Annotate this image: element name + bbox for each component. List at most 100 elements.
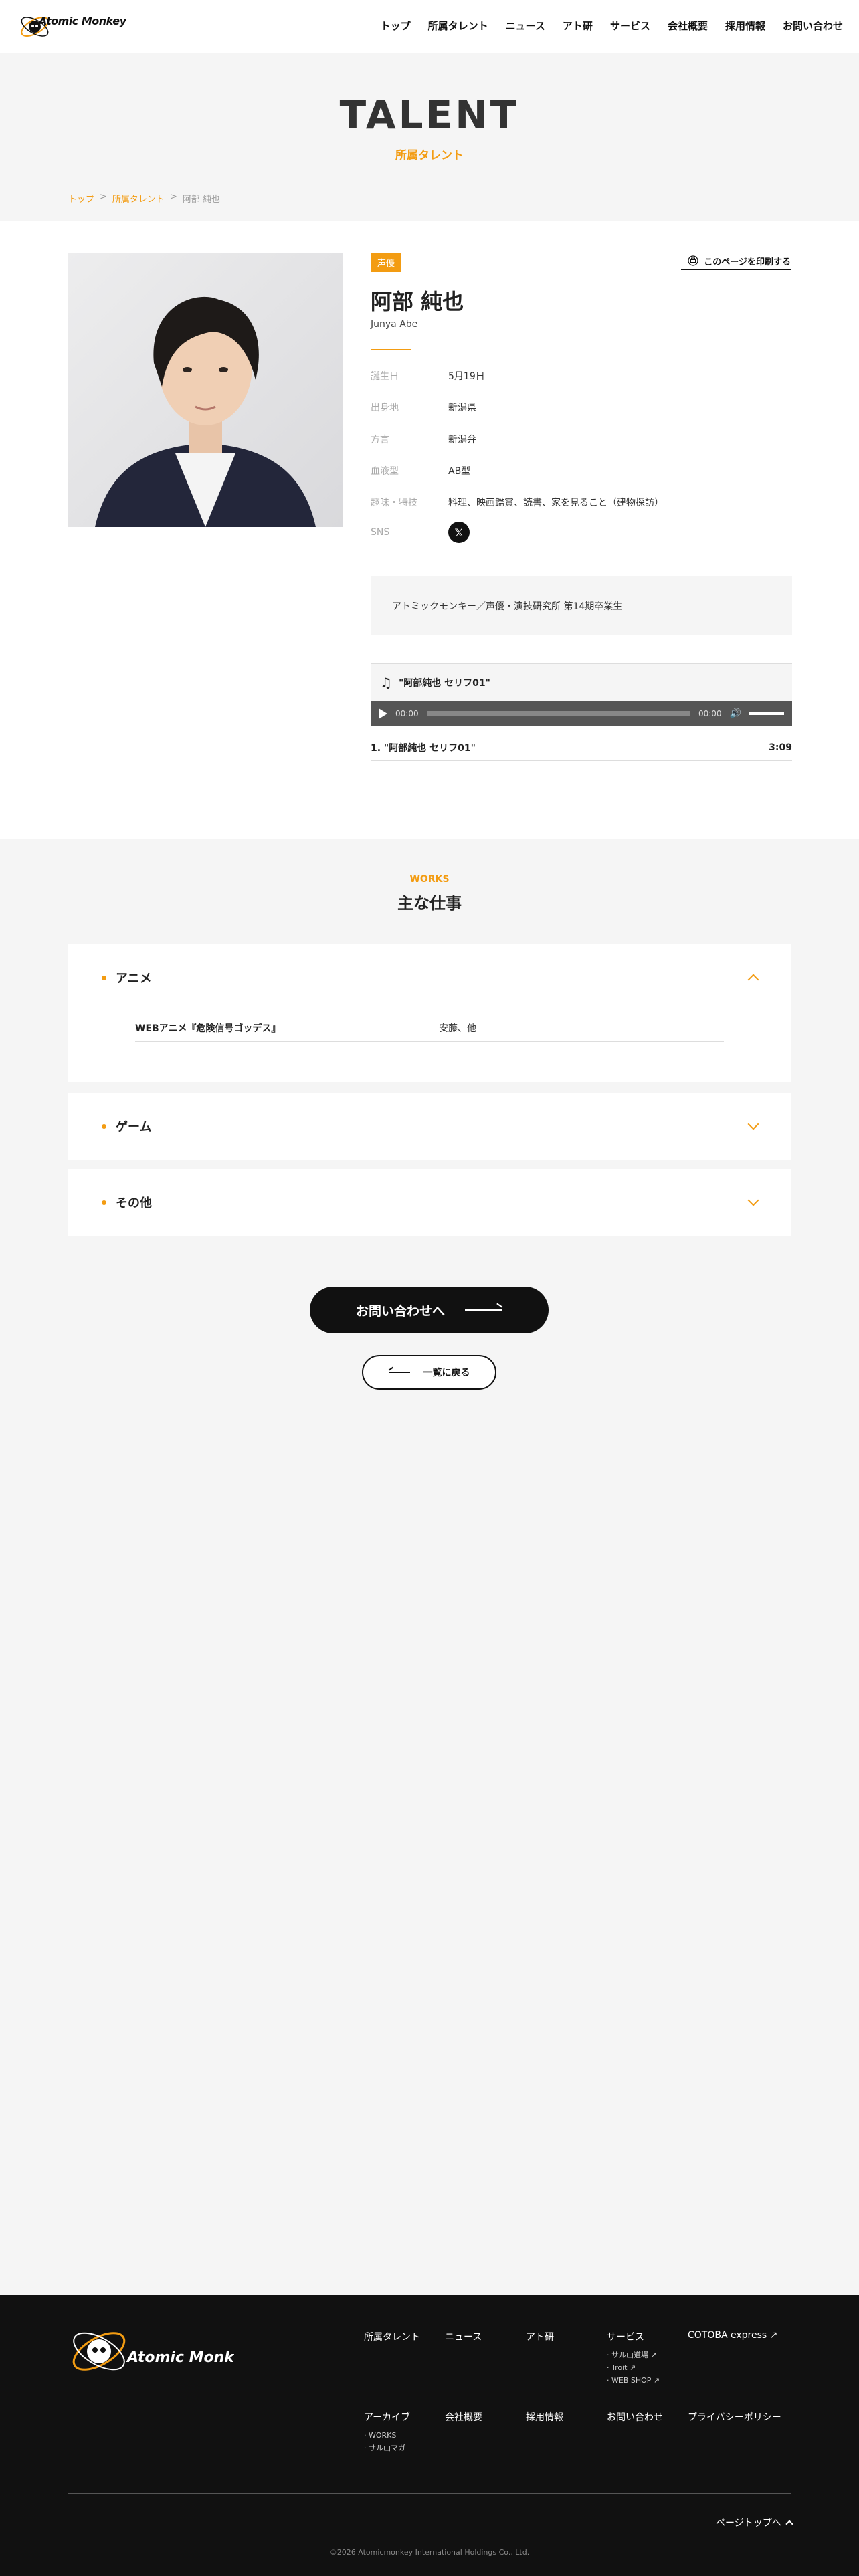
works-accordion-anime: アニメ WEBアニメ『危険信号ゴッデス』 安藤、他 — [68, 944, 791, 1082]
chevron-down-icon[interactable] — [747, 1118, 759, 1130]
chevron-up-icon[interactable] — [747, 974, 759, 986]
info-sns: SNS 𝕏 — [371, 522, 792, 543]
audio-player: 00:00 00:00 🔊 — [371, 701, 792, 726]
breadcrumb-sep: > — [100, 192, 107, 202]
nav-talent[interactable]: 所属タレント — [428, 19, 488, 33]
work-title: WEBアニメ『危険信号ゴッデス』 — [135, 1023, 281, 1034]
print-page-button[interactable]: このページを印刷する — [681, 253, 791, 270]
accordion-label: ゲーム — [116, 1120, 152, 1134]
accordion-header-game[interactable]: ゲーム — [102, 1093, 759, 1160]
contact-button-label: お問い合わせへ — [355, 1303, 445, 1319]
accordion-label: アニメ — [116, 972, 152, 986]
footer-divider — [68, 2493, 791, 2494]
audio-current-time: 00:00 — [395, 709, 419, 718]
audio-progress-track[interactable] — [426, 711, 690, 716]
nav-service[interactable]: サービス — [610, 19, 650, 33]
nav-recruit[interactable]: 採用情報 — [725, 19, 765, 33]
footer-sublink-label: WORKS — [369, 2431, 397, 2440]
nav-contact[interactable]: お問い合わせ — [783, 19, 843, 33]
category-badge: 声優 — [371, 253, 402, 272]
footer-link-talent[interactable]: 所属タレント — [364, 2330, 420, 2343]
talent-name-en: Junya Abe — [371, 319, 418, 330]
footer-link-atoken[interactable]: アト研 — [526, 2330, 554, 2343]
back-button-label: 一覧に戻る — [423, 1368, 470, 1378]
arrow-right-icon — [465, 1309, 502, 1311]
breadcrumb-sep: > — [169, 192, 177, 202]
copyright: ©2026 Atomicmonkey International Holding… — [329, 2548, 530, 2557]
play-icon[interactable] — [379, 708, 387, 719]
playlist-item[interactable]: 1. "阿部純也 セリフ01" 3:09 — [371, 734, 792, 761]
accordion-header-anime[interactable]: アニメ — [102, 944, 759, 1011]
info-key: 方言 — [371, 435, 389, 445]
footer-sublink[interactable]: · Troit ↗ — [607, 2361, 660, 2374]
accordion-label: その他 — [116, 1196, 152, 1210]
site-header: Atomic Monkey トップ 所属タレント ニュース アト研 サービス 会… — [0, 0, 859, 53]
page-top-button[interactable]: ページトップへ — [716, 2516, 793, 2529]
music-note-icon: ♫ — [380, 674, 392, 691]
nav-atoken[interactable]: アト研 — [563, 19, 593, 33]
bullet-dot — [102, 975, 106, 980]
page-title: TALENT — [339, 92, 520, 138]
volume-slider[interactable] — [749, 712, 784, 715]
footer-sublink-label: サル山道場 — [611, 2351, 648, 2359]
audio-title: "阿部純也 セリフ01" — [398, 677, 490, 689]
talent-name: 阿部 純也 — [371, 289, 464, 314]
info-birthday: 誕生日 5月19日 — [371, 369, 792, 383]
works-accordion-game: ゲーム — [68, 1093, 791, 1160]
back-to-list-button[interactable]: 一覧に戻る — [362, 1355, 496, 1390]
footer-sublink[interactable]: · サル山マガ — [364, 2442, 410, 2454]
breadcrumb-current: 阿部 純也 — [182, 195, 220, 205]
talent-photo — [68, 253, 343, 527]
footer-link-label: COTOBA express — [688, 2330, 767, 2341]
page-top-label: ページトップへ — [716, 2518, 781, 2529]
footer-sublink[interactable]: · WORKS — [364, 2429, 410, 2442]
x-icon[interactable]: 𝕏 — [448, 522, 470, 543]
info-value: 新潟弁 — [448, 435, 476, 445]
contact-button[interactable]: お問い合わせへ — [310, 1287, 549, 1333]
footer-sublink-label: Troit — [611, 2363, 628, 2372]
accordion-header-other[interactable]: その他 — [102, 1169, 759, 1236]
works-accordion-other: その他 — [68, 1169, 791, 1236]
footer-link-cotoba[interactable]: COTOBA express ↗ — [688, 2330, 777, 2341]
footer-link-contact[interactable]: お問い合わせ — [607, 2410, 663, 2424]
footer-link-archive[interactable]: アーカイブ — [364, 2410, 410, 2424]
breadcrumb-top[interactable]: トップ — [68, 192, 94, 205]
info-value: AB型 — [448, 466, 471, 477]
work-role: 安藤、他 — [439, 1023, 476, 1034]
main-nav: トップ 所属タレント ニュース アト研 サービス 会社概要 採用情報 お問い合わ… — [363, 19, 843, 33]
footer-logo[interactable]: Atomic Monkey — [67, 2318, 234, 2385]
footer-link-privacy[interactable]: プライバシーポリシー — [688, 2410, 781, 2424]
footer-link-company[interactable]: 会社概要 — [445, 2410, 482, 2424]
track-duration: 3:09 — [769, 742, 792, 753]
printer-icon — [688, 255, 698, 266]
work-row: WEBアニメ『危険信号ゴッデス』 安藤、他 — [135, 1014, 724, 1042]
footer-col-archive: アーカイブ · WORKS · サル山マガ — [364, 2410, 410, 2454]
page-subtitle: 所属タレント — [395, 149, 464, 163]
info-value: 5月19日 — [448, 371, 485, 382]
volume-icon[interactable]: 🔊 — [730, 708, 741, 719]
info-key: SNS — [371, 527, 390, 538]
nav-company[interactable]: 会社概要 — [668, 19, 708, 33]
footer-col-service: サービス · サル山道場 ↗ · Troit ↗ · WEB SHOP ↗ — [607, 2330, 660, 2387]
nav-news[interactable]: ニュース — [506, 19, 545, 33]
footer-link-news[interactable]: ニュース — [445, 2330, 482, 2343]
nav-top[interactable]: トップ — [381, 19, 411, 33]
footer-link-recruit[interactable]: 採用情報 — [526, 2410, 563, 2424]
track-label: 1. "阿部純也 セリフ01" — [371, 742, 476, 754]
site-footer: Atomic Monkey 所属タレント ニュース アト研 サービス · サル山… — [0, 2295, 859, 2576]
arrow-left-icon — [388, 1372, 410, 1373]
footer-sublink[interactable]: · サル山道場 ↗ — [607, 2349, 660, 2361]
footer-link-service[interactable]: サービス — [607, 2330, 660, 2343]
chevron-down-icon[interactable] — [747, 1194, 759, 1206]
info-key: 出身地 — [371, 403, 399, 413]
info-value: 料理、映画鑑賞、読書、家を見ること（建物探訪） — [448, 498, 664, 508]
info-hometown: 出身地 新潟県 — [371, 401, 792, 414]
works-label: WORKS — [409, 874, 450, 885]
divider-accent — [371, 349, 411, 350]
footer-sublink-label: WEB SHOP — [611, 2376, 652, 2385]
chevron-up-icon — [785, 2520, 793, 2528]
footer-sublink[interactable]: · WEB SHOP ↗ — [607, 2374, 660, 2387]
audio-total-time: 00:00 — [698, 709, 722, 718]
breadcrumb-talent[interactable]: 所属タレント — [112, 192, 165, 205]
info-key: 誕生日 — [371, 371, 399, 382]
